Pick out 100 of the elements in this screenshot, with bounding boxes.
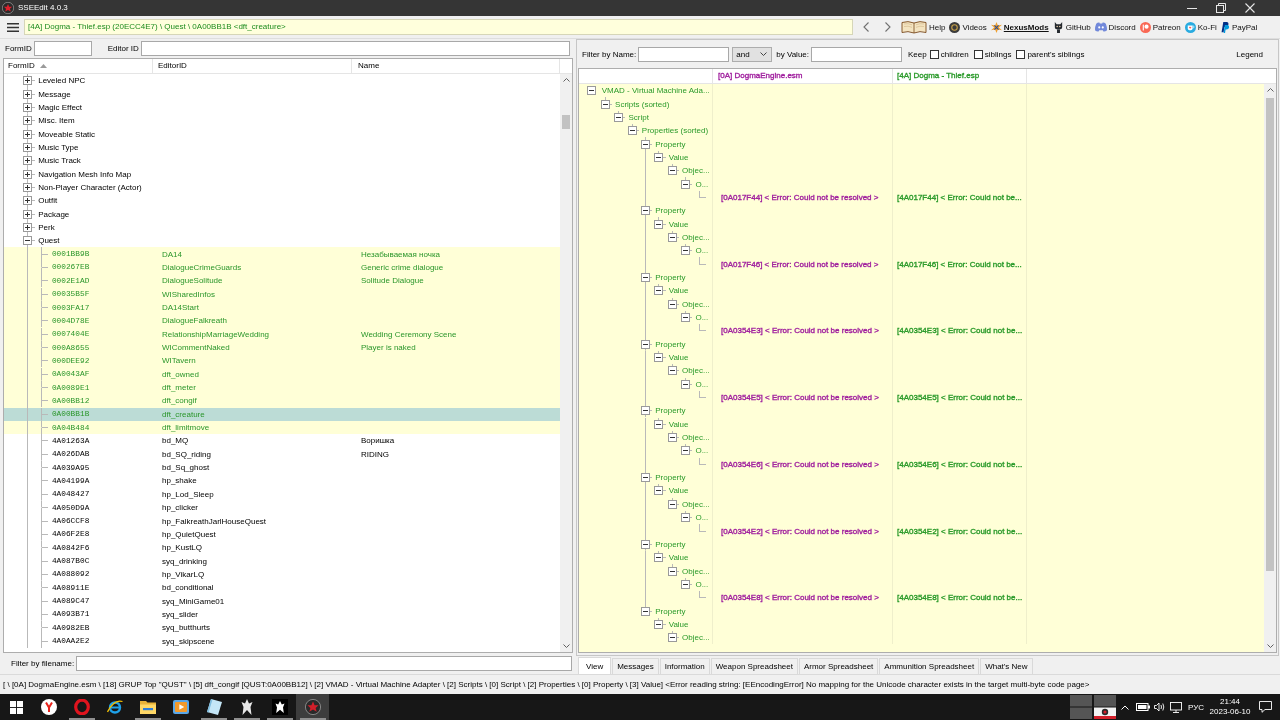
plus-box-icon[interactable]: [23, 102, 33, 112]
minus-box-icon[interactable]: [654, 219, 664, 229]
tab[interactable]: Armor Spreadsheet: [798, 658, 879, 674]
editor-id-field[interactable]: [140, 41, 570, 56]
element-label: Objec...: [682, 366, 710, 376]
minus-box-icon[interactable]: [654, 619, 664, 629]
scrollbar[interactable]: [1264, 84, 1276, 652]
minus-box-icon[interactable]: [641, 539, 651, 549]
column-header[interactable]: EditorID: [153, 59, 352, 73]
legend-button[interactable]: Legend: [1236, 49, 1263, 59]
tab[interactable]: What's New: [980, 658, 1033, 674]
toolbar-link[interactable]: Videos: [949, 19, 987, 35]
column-header[interactable]: [0A] DogmaEngine.esm: [718, 71, 803, 80]
minus-box-icon[interactable]: [641, 473, 651, 483]
minus-box-icon[interactable]: [641, 206, 651, 216]
minus-box-icon[interactable]: [654, 553, 664, 563]
minus-box-icon[interactable]: [23, 236, 33, 246]
minus-box-icon[interactable]: [667, 166, 677, 176]
toolbar-link[interactable]: PayPal: [1220, 19, 1258, 35]
clock-time[interactable]: 21:44: [1220, 697, 1240, 707]
minus-box-icon[interactable]: [667, 633, 677, 643]
tab[interactable]: Weapon Spreadsheet: [710, 658, 798, 674]
minus-box-icon[interactable]: [681, 179, 691, 189]
column-header[interactable]: [4A] Dogma - Thief.esp: [897, 71, 980, 80]
minus-box-icon[interactable]: [681, 313, 691, 322]
minus-box-icon[interactable]: [667, 299, 677, 309]
minus-box-icon[interactable]: [641, 273, 651, 282]
minus-box-icon[interactable]: [587, 86, 597, 96]
minus-box-icon[interactable]: [654, 419, 664, 429]
name-filter-field[interactable]: [638, 46, 730, 62]
filename-filter-field[interactable]: [76, 656, 573, 671]
plus-box-icon[interactable]: [23, 222, 33, 232]
minus-box-icon[interactable]: [654, 286, 664, 296]
plus-box-icon[interactable]: [23, 182, 33, 192]
toolbar-link[interactable]: Help: [901, 19, 946, 35]
toolbar-link[interactable]: Discord: [1094, 19, 1136, 35]
speaker-icon[interactable]: [1153, 702, 1165, 712]
minus-box-icon[interactable]: [681, 246, 691, 256]
tab[interactable]: Ammunition Spreadsheet: [879, 658, 980, 674]
form-id-field[interactable]: [33, 41, 92, 56]
minus-box-icon[interactable]: [667, 366, 677, 376]
value-text: [4A0354E2] < Error: Could not be...: [897, 526, 1023, 536]
minus-box-icon[interactable]: [681, 446, 691, 456]
plus-box-icon[interactable]: [23, 156, 33, 166]
status-text: [ \ [0A] DogmaEngine.esm \ [18] GRUP Top "QUST" \ [5] dft_congif [QUST:0A00BB12] \ [2] VMAD - Virtual Machine Adapter \ [2] Scripts \ [0] Script \ [2] Properties \ [0] Property \ [3] Value] <Error reading string: [EEncodingError] No mapping for the Unicode character exists in the target multi-byte code page>: [3, 680, 1090, 689]
speech-bubble-icon[interactable]: [1259, 701, 1272, 713]
tab[interactable]: View: [578, 657, 612, 674]
chevron-down-icon[interactable]: [562, 644, 570, 648]
minus-box-icon[interactable]: [641, 406, 651, 416]
minus-box-icon[interactable]: [654, 353, 664, 363]
chevron-down-icon[interactable]: [1266, 644, 1274, 648]
checkbox[interactable]: [1016, 49, 1026, 59]
minus-box-icon[interactable]: [667, 566, 677, 576]
minus-box-icon[interactable]: [614, 112, 624, 122]
tab[interactable]: Information: [659, 658, 710, 674]
battery-icon[interactable]: [1135, 703, 1150, 711]
tab[interactable]: Messages: [612, 658, 659, 674]
toolbar-link[interactable]: Ko-Fi: [1184, 19, 1217, 35]
monitor-icon[interactable]: [1169, 701, 1182, 713]
clock-date[interactable]: 2023-06-10: [1209, 707, 1251, 717]
scroll-thumb[interactable]: [562, 115, 570, 129]
minus-box-icon[interactable]: [641, 139, 651, 149]
minus-box-icon[interactable]: [654, 152, 664, 162]
operator-dropdown[interactable]: and: [732, 46, 773, 62]
toolbar-link[interactable]: GitHub: [1052, 19, 1091, 35]
plus-box-icon[interactable]: [23, 116, 33, 126]
toolbar-link[interactable]: NexusMods: [990, 19, 1049, 35]
toolbar-link[interactable]: Patreon: [1139, 19, 1181, 35]
minus-box-icon[interactable]: [654, 486, 664, 496]
value-filter-field[interactable]: [811, 46, 902, 62]
minus-box-icon[interactable]: [641, 339, 651, 349]
element-label: Value: [668, 353, 689, 363]
plus-box-icon[interactable]: [23, 169, 33, 179]
minus-box-icon[interactable]: [627, 126, 637, 136]
column-header[interactable]: FormID: [4, 59, 153, 73]
tiles-icon[interactable]: [1069, 695, 1116, 719]
language-indicator[interactable]: РУС: [1187, 702, 1204, 712]
minus-box-icon[interactable]: [681, 513, 691, 523]
y-disc-icon: [40, 699, 57, 715]
element-label: Objec...: [682, 499, 710, 509]
minus-box-icon[interactable]: [667, 232, 677, 242]
scroll-thumb[interactable]: [1266, 98, 1274, 571]
plus-box-icon[interactable]: [23, 196, 33, 206]
checkbox[interactable]: [929, 49, 939, 59]
plus-box-icon[interactable]: [23, 89, 33, 99]
minus-box-icon[interactable]: [600, 99, 610, 109]
path-field[interactable]: [4A] Dogma - Thief.esp (20ECC4E7) \ Quest \ 0A00BB1B <dft_creature>: [24, 19, 853, 35]
menu-button[interactable]: [7, 22, 19, 32]
scrollbar[interactable]: [560, 74, 572, 652]
minus-box-icon[interactable]: [681, 579, 691, 589]
plus-box-icon[interactable]: [23, 209, 33, 219]
checkbox[interactable]: [973, 49, 983, 59]
minus-box-icon[interactable]: [667, 499, 677, 509]
plus-box-icon[interactable]: [23, 142, 33, 152]
column-header[interactable]: Name: [352, 59, 560, 73]
plus-box-icon[interactable]: [23, 76, 33, 86]
minus-box-icon[interactable]: [681, 379, 691, 389]
plus-box-icon[interactable]: [23, 129, 33, 139]
minus-box-icon[interactable]: [641, 606, 651, 616]
minus-box-icon[interactable]: [667, 433, 677, 443]
